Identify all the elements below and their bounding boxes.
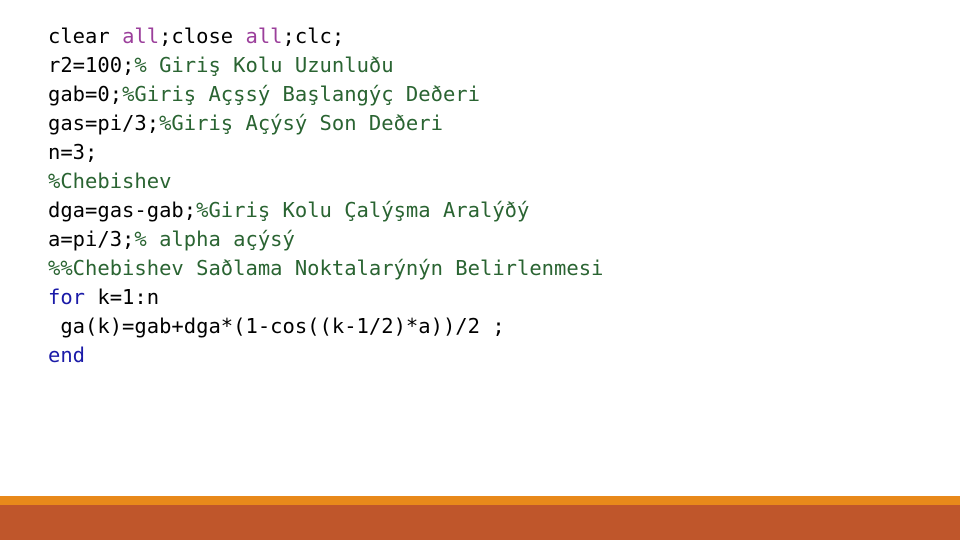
code-token-plain: a=pi/3; [48, 227, 135, 251]
code-token-comment: %Giriş Açýsý Son Deðeri [159, 111, 443, 135]
code-token-keyword: for [48, 285, 86, 309]
code-token-plain: ga(k)=gab+dga*(1-cos((k-1/2)*a))/2 ; [48, 314, 505, 338]
code-line: dga=gas-gab;%Giriş Kolu Çalýşma Aralýðý [48, 196, 940, 225]
code-token-plain: ;clc; [282, 24, 345, 48]
code-token-comment: %%Chebishev Saðlama Noktalarýnýn Belirle… [48, 256, 604, 280]
code-token-plain: k=1:n [85, 285, 160, 309]
code-block: clear all;close all;clc; r2=100;% Giriş K… [48, 22, 940, 370]
code-token-plain: gas=pi/3; [48, 111, 160, 135]
footer-accent-stripe [0, 496, 960, 505]
code-line: ga(k)=gab+dga*(1-cos((k-1/2)*a))/2 ; [48, 312, 940, 341]
code-line: %%Chebishev Saðlama Noktalarýnýn Belirle… [48, 254, 940, 283]
code-line: gab=0;%Giriş Açşsý Başlangýç Deðeri [48, 80, 940, 109]
code-token-plain: ;close [159, 24, 246, 48]
code-token-keyword: end [48, 343, 86, 367]
code-token-comment: % alpha açýsý [134, 227, 295, 251]
code-line: n=3; [48, 138, 940, 167]
code-token-plain: dga=gas-gab; [48, 198, 197, 222]
code-token-plain: n=3; [48, 140, 98, 164]
code-line: end [48, 341, 940, 370]
code-token-plain: clear [48, 24, 123, 48]
code-line: a=pi/3;% alpha açýsý [48, 225, 940, 254]
code-token-string: all [122, 24, 160, 48]
code-token-string: all [245, 24, 283, 48]
code-line: clear all;close all;clc; [48, 22, 940, 51]
code-token-comment: %Giriş Açşsý Başlangýç Deðeri [122, 82, 480, 106]
code-token-comment: % Giriş Kolu Uzunluðu [134, 53, 394, 77]
code-line: for k=1:n [48, 283, 940, 312]
code-token-plain: r2=100; [48, 53, 135, 77]
code-token-plain: gab=0; [48, 82, 123, 106]
code-line: r2=100;% Giriş Kolu Uzunluðu [48, 51, 940, 80]
footer-band [0, 505, 960, 540]
code-token-comment: %Chebishev [48, 169, 172, 193]
code-line: %Chebishev [48, 167, 940, 196]
code-token-comment: %Giriş Kolu Çalýşma Aralýðý [196, 198, 530, 222]
slide-canvas: clear all;close all;clc; r2=100;% Giriş K… [0, 0, 960, 540]
code-line: gas=pi/3;%Giriş Açýsý Son Deðeri [48, 109, 940, 138]
